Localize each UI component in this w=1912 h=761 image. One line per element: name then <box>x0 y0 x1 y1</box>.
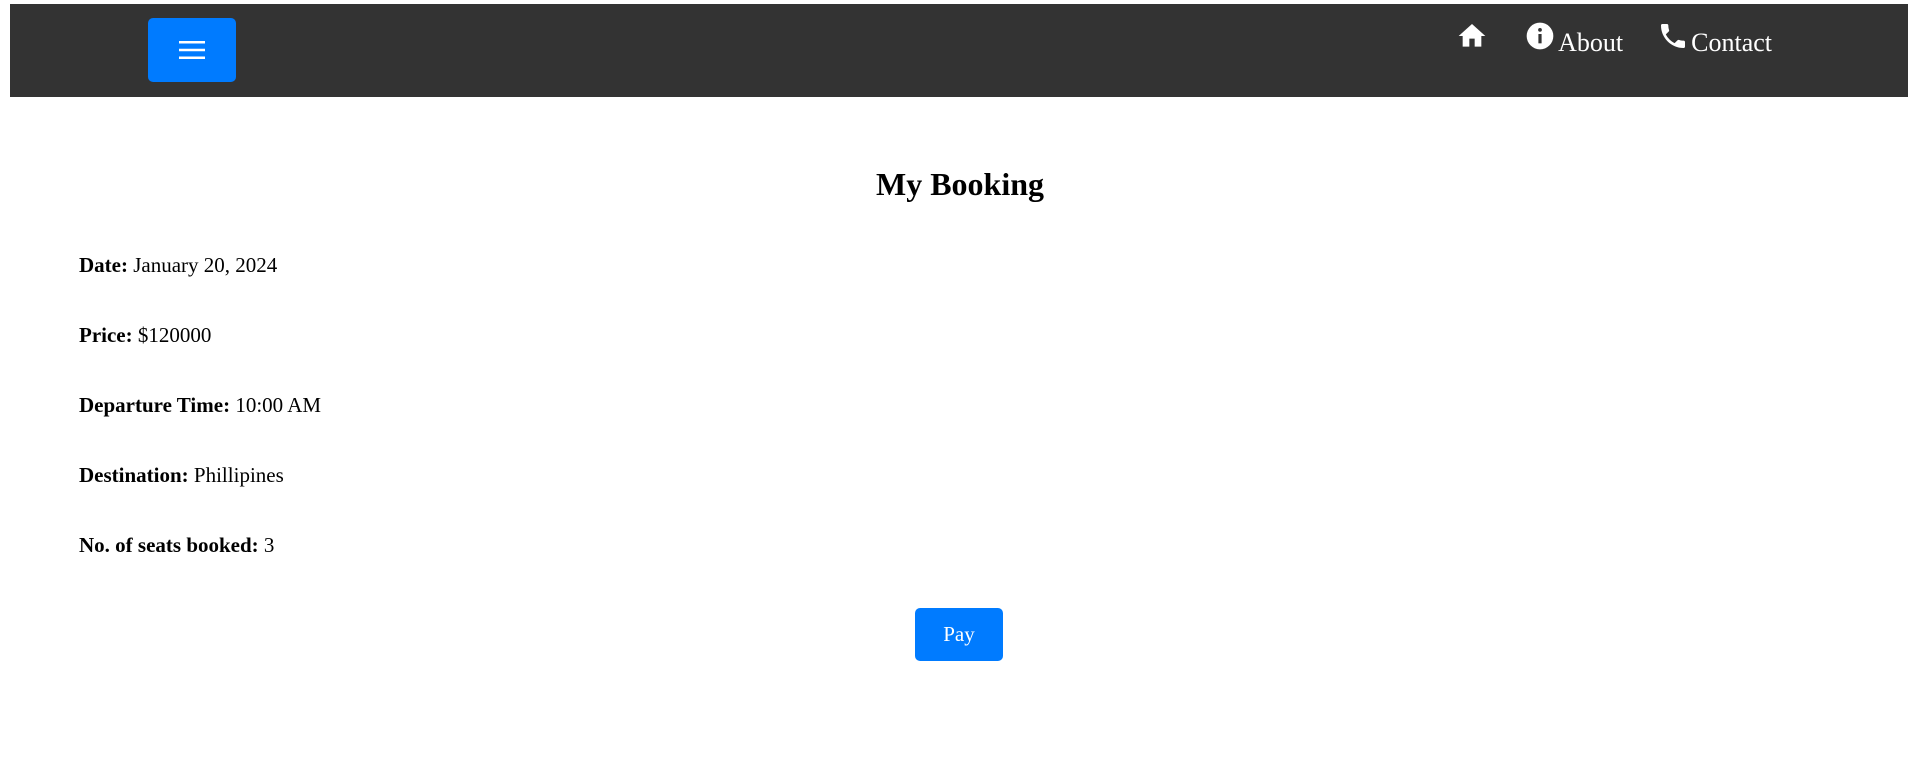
page-title: My Booking <box>875 166 1045 202</box>
page: About Contact My Booking Date: January 2… <box>0 0 1912 761</box>
booking-seats-label: No. of seats booked: <box>79 533 259 557</box>
booking-departure-time-row: Departure Time: 10:00 AM <box>79 390 321 460</box>
nav-about-link[interactable]: About <box>1524 20 1623 58</box>
top-navbar: About Contact <box>10 4 1908 97</box>
hamburger-menu-icon <box>179 41 205 59</box>
nav-home-link[interactable] <box>1456 20 1490 52</box>
nav-contact-label: Contact <box>1691 28 1772 57</box>
pay-button[interactable]: Pay <box>915 608 1003 661</box>
booking-price-row: Price: $120000 <box>79 320 321 390</box>
booking-date-label: Date: <box>79 253 128 277</box>
booking-destination-label: Destination: <box>79 463 189 487</box>
booking-destination-value: Phillipines <box>193 463 284 487</box>
info-icon <box>1526 22 1554 50</box>
booking-price-label: Price: <box>79 323 133 347</box>
booking-date-value: January 20, 2024 <box>133 253 278 277</box>
booking-destination-row: Destination: Phillipines <box>79 460 321 530</box>
booking-departure-time-label: Departure Time: <box>79 393 231 417</box>
booking-departure-time-value: 10:00 AM <box>235 393 322 417</box>
menu-button[interactable] <box>148 18 236 82</box>
booking-details: Date: January 20, 2024 Price: $120000 De… <box>79 250 321 600</box>
booking-seats-value: 3 <box>263 533 275 557</box>
booking-seats-row: No. of seats booked: 3 <box>79 530 321 600</box>
booking-date-row: Date: January 20, 2024 <box>79 250 321 320</box>
phone-icon <box>1661 24 1686 48</box>
nav-links: About Contact <box>1422 20 1772 66</box>
nav-contact-link[interactable]: Contact <box>1657 20 1772 58</box>
home-icon <box>1458 24 1486 47</box>
booking-price-value: $120000 <box>137 323 212 347</box>
nav-about-label: About <box>1558 28 1624 57</box>
